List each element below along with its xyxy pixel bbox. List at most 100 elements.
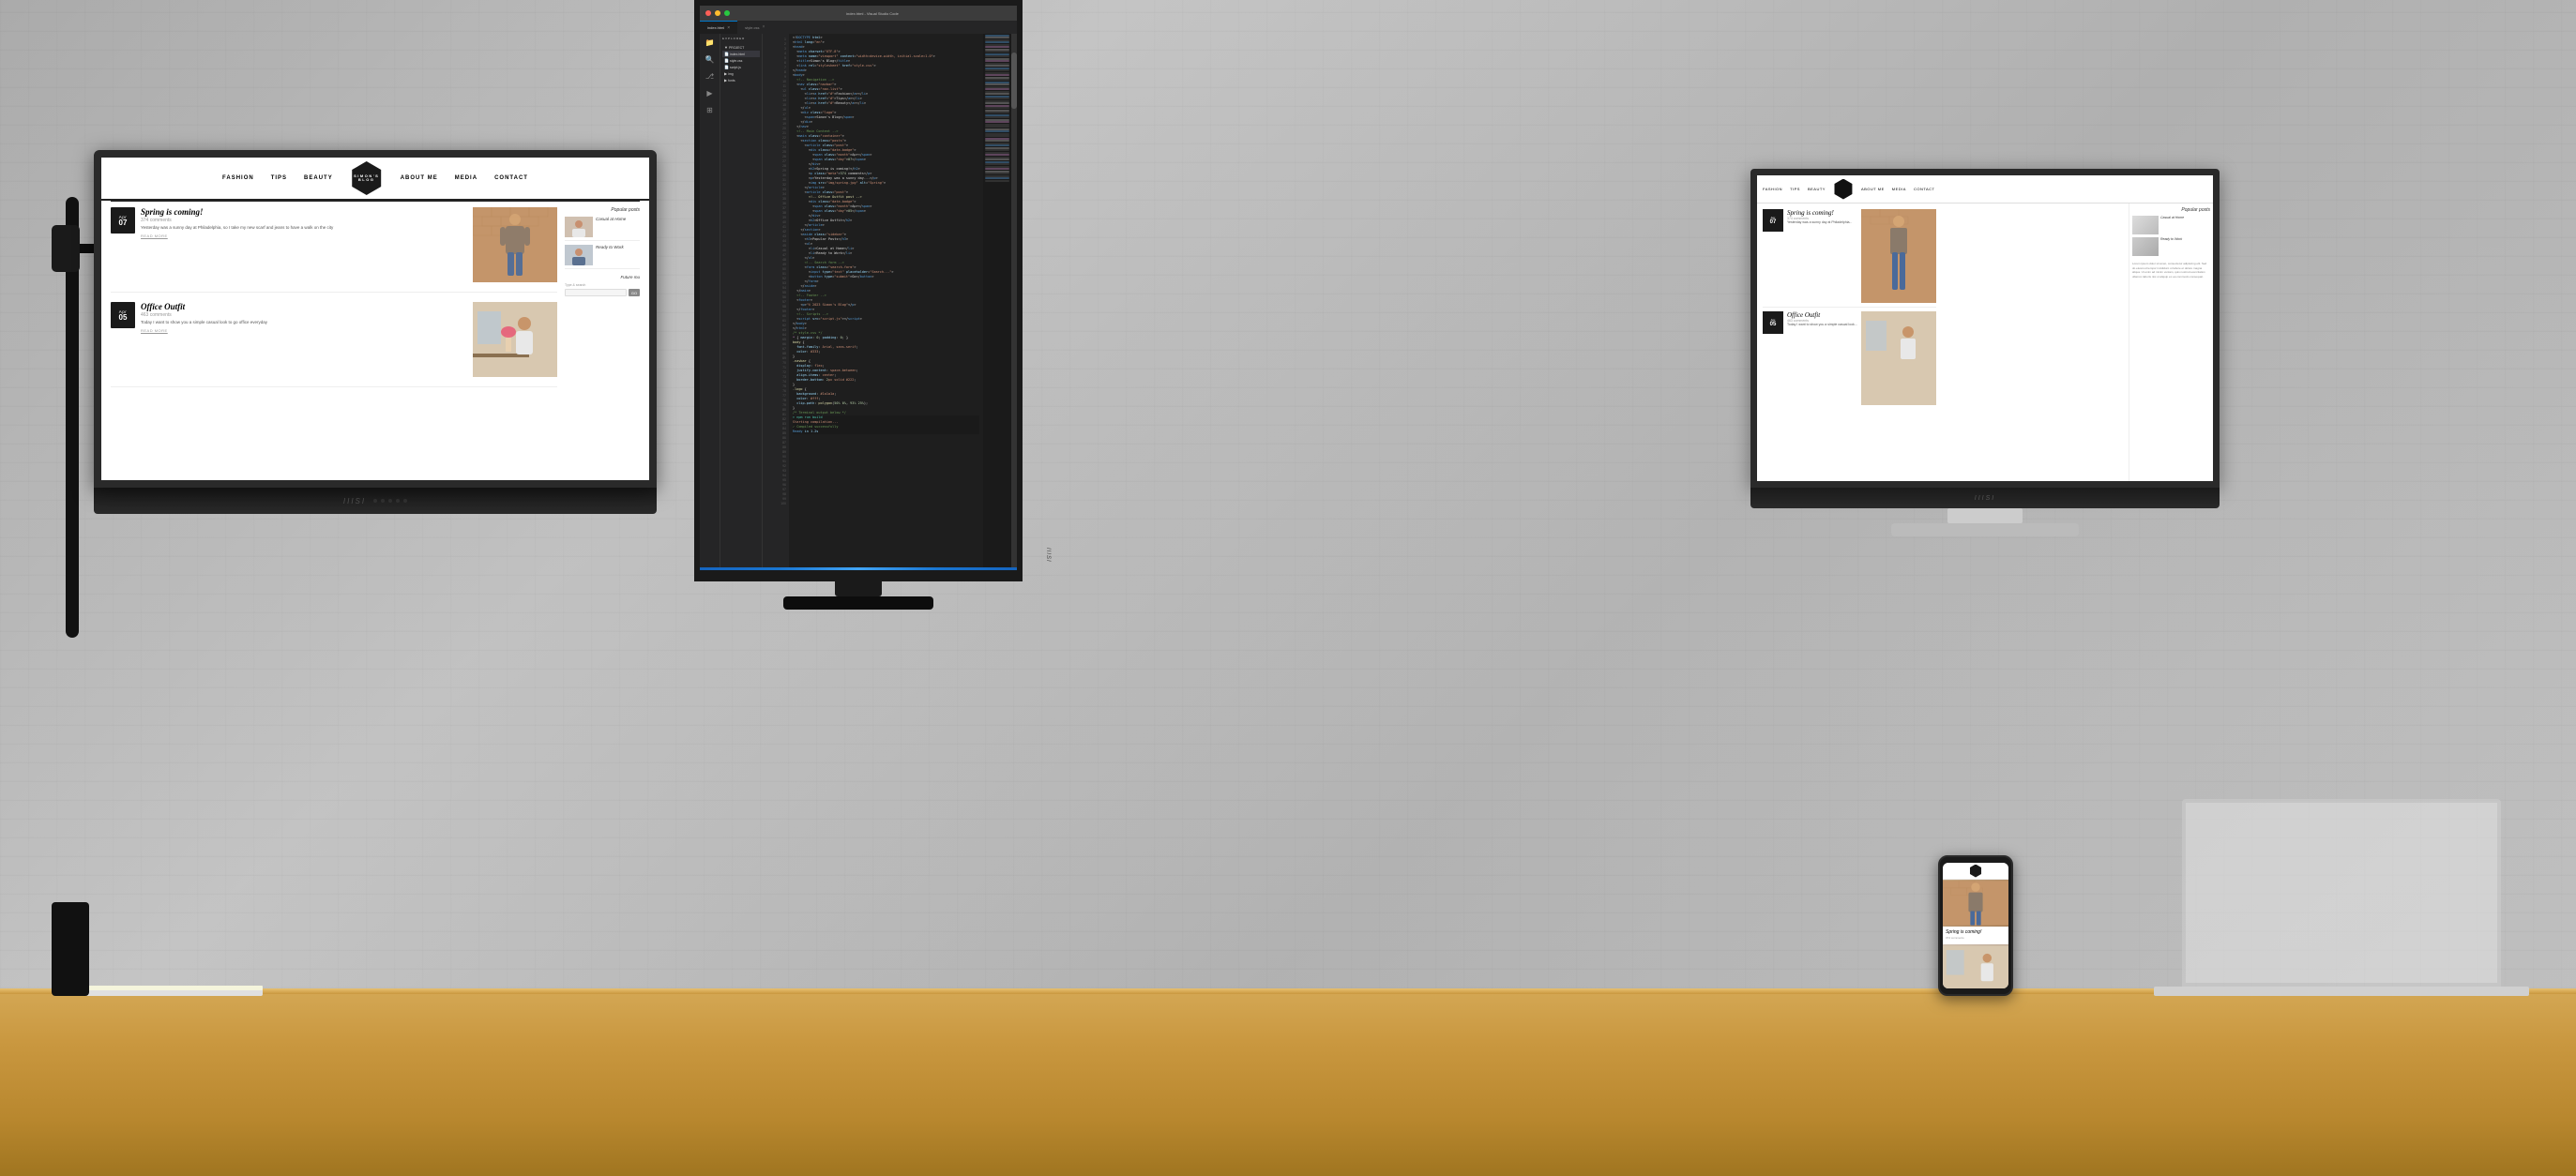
phone-img1-svg xyxy=(1943,880,2008,927)
nav-about: ABOUT ME xyxy=(401,175,438,181)
nav-contact: CONTACT xyxy=(494,175,528,181)
right-nav-about: ABOUT ME xyxy=(1861,187,1885,191)
folder-img[interactable]: ▶ img xyxy=(722,70,760,77)
editor-title: index.html - Visual Studio Code xyxy=(734,11,1011,16)
search-box[interactable] xyxy=(565,289,627,296)
dot-4 xyxy=(396,499,400,503)
monitor-center: index.html - Visual Studio Code index.ht… xyxy=(694,0,1023,610)
folder-fonts[interactable]: ▶ fonts xyxy=(722,77,760,83)
search-icon[interactable]: 🔍 xyxy=(700,51,720,68)
file-script[interactable]: 📄script.js xyxy=(722,64,760,70)
monitor-right: FASHION TIPS BEAUTY ABOUT ME MEDIA CONTA… xyxy=(1750,169,2220,536)
right-sidebar-item-1: Casual at Home xyxy=(2132,216,2210,234)
right-blog: FASHION TIPS BEAUTY ABOUT ME MEDIA CONTA… xyxy=(1757,175,2213,481)
msi-logo-right: IIISI xyxy=(1975,495,1995,502)
dot-1 xyxy=(373,499,377,503)
phone-blog-img2 xyxy=(1943,944,2008,988)
date-badge-2: Apr 05 xyxy=(111,302,135,328)
post1-readmore[interactable]: READ MORE xyxy=(141,234,467,238)
active-tab[interactable]: index.html × xyxy=(700,21,737,34)
blog-sidebar: Popular posts Casual at Home xyxy=(565,207,640,397)
right-sidebar-item-2: Ready to Work xyxy=(2132,237,2210,256)
sidebar-card-title-1: Casual at Home xyxy=(596,217,626,237)
git-icon[interactable]: ⎇ xyxy=(700,68,720,84)
monitor-arm-base xyxy=(52,902,89,996)
phone-img2-svg xyxy=(1943,944,2008,988)
phone-post-title: Spring is coming! xyxy=(1946,929,2006,935)
right-nav-contact: CONTACT xyxy=(1914,187,1935,191)
right-blog-body: Apr 07 Spring is coming! 374 comments Ye… xyxy=(1757,204,2213,481)
right-blog-logo xyxy=(1833,179,1854,200)
maximize-btn[interactable] xyxy=(724,10,730,16)
monitor-left-screen: FASHION TIPS BEAUTY SIMON'SBLOG ABOUT ME… xyxy=(101,158,649,480)
post1-title: Spring is coming! xyxy=(141,207,467,217)
right-nav-media: MEDIA xyxy=(1892,187,1906,191)
code-editor-content[interactable]: <!DOCTYPE html> <html lang="en"> <head> … xyxy=(789,34,983,581)
post2-image-svg xyxy=(473,302,557,377)
post1-day: 07 xyxy=(119,219,128,227)
msi-logo-center: IIISI xyxy=(1045,548,1051,563)
extensions-icon[interactable]: ⊞ xyxy=(700,101,720,118)
right-monitor-neck xyxy=(1947,508,2023,523)
desk-surface xyxy=(0,988,2576,1176)
right-monitor-base xyxy=(1891,523,2079,536)
nav-tips: TIPS xyxy=(271,175,287,181)
dot-5 xyxy=(403,499,407,503)
right-sidebar-text: Lorem ipsum dolor sit amet, consectetur … xyxy=(2132,262,2210,279)
dot-2 xyxy=(381,499,385,503)
sidebar-title: Popular posts xyxy=(565,207,640,213)
monitor-dots-left xyxy=(373,499,407,503)
phone-blog-content: Spring is coming! 374 comments xyxy=(1943,927,2008,944)
post1-text: Spring is coming! 374 comments Yesterday… xyxy=(141,207,467,282)
sidebar-card-img-2 xyxy=(565,245,593,265)
explorer-icon[interactable]: 📁 xyxy=(700,34,720,51)
monitor-accent-bar xyxy=(700,567,1017,570)
file-index[interactable]: 📄index.html xyxy=(722,51,760,57)
monitor-left-bezel: IIISI xyxy=(94,488,657,514)
right-nav-tips: TIPS xyxy=(1790,187,1800,191)
sidebar-card-title-2: Ready to Work xyxy=(596,245,624,265)
post2-day: 05 xyxy=(119,314,128,322)
file-style[interactable]: 📄style.css xyxy=(722,57,760,64)
right-posts: Apr 07 Spring is coming! 374 comments Ye… xyxy=(1763,209,1936,475)
right-day-1: 07 xyxy=(1770,219,1777,225)
right-post-img2-svg xyxy=(1861,311,1936,405)
right-post-img-2 xyxy=(1861,311,1936,405)
right-sidebar-label-1: Casual at Home xyxy=(2160,216,2184,234)
scrollbar-thumb[interactable] xyxy=(1011,53,1017,109)
blog-nav: FASHION TIPS BEAUTY SIMON'SBLOG ABOUT ME… xyxy=(101,158,649,201)
monitor-right-bezel: IIISI xyxy=(1750,488,2220,508)
minimize-btn[interactable] xyxy=(715,10,720,16)
editor-titlebar: index.html - Visual Studio Code xyxy=(700,6,1017,21)
sidebar-future: Future mu xyxy=(565,275,640,279)
phone-screen: Spring is coming! 374 comments Office Ou… xyxy=(1943,863,2008,988)
right-post-2: Apr 05 Office Outfit 463 comments Today … xyxy=(1763,307,1936,405)
debug-icon[interactable]: ▶ xyxy=(700,84,720,101)
right-nav-fashion: FASHION xyxy=(1763,187,1782,191)
date-badge-1: Apr 07 xyxy=(111,207,135,234)
post2-title: Office Outfit xyxy=(141,302,467,311)
sidebar-card-img-1 xyxy=(565,217,593,237)
right-post-title-1: Spring is coming! xyxy=(1787,209,1857,217)
nav-media: MEDIA xyxy=(455,175,477,181)
monitor-arm-clamp xyxy=(52,225,80,272)
code-scrollbar[interactable] xyxy=(1011,34,1017,581)
post2-text: Office Outfit 463 comments Today I want … xyxy=(141,302,467,377)
folder-root[interactable]: ▼ PROJECT xyxy=(722,44,760,51)
tab-2[interactable]: style.css × xyxy=(737,21,772,34)
post2-readmore[interactable]: READ MORE xyxy=(141,328,467,333)
search-button[interactable]: GO xyxy=(629,289,640,296)
phone: Spring is coming! 374 comments Office Ou… xyxy=(1938,855,2013,996)
activity-bar: 📁 🔍 ⎇ ▶ ⊞ xyxy=(700,34,720,581)
nav-fashion: FASHION xyxy=(222,175,254,181)
nav-beauty: BEAUTY xyxy=(304,175,333,181)
post1-image-svg xyxy=(473,207,557,282)
blog-post-1: Apr 07 Spring is coming! 374 comments Ye… xyxy=(111,207,557,293)
right-nav: FASHION TIPS BEAUTY ABOUT ME MEDIA CONTA… xyxy=(1757,175,2213,204)
line-numbers: 1 2 3 4 5 6 7 8 9 10 11 12 13 14 15 16 1… xyxy=(763,34,789,581)
right-post-title-2: Office Outfit xyxy=(1787,311,1857,319)
right-sidebar-img-2 xyxy=(2132,237,2159,256)
monitor-center-editor: 📁 🔍 ⎇ ▶ ⊞ EXPLORER ▼ PROJECT 📄index.html… xyxy=(700,34,1017,581)
right-post-img-1 xyxy=(1861,209,1936,303)
close-btn[interactable] xyxy=(705,10,711,16)
